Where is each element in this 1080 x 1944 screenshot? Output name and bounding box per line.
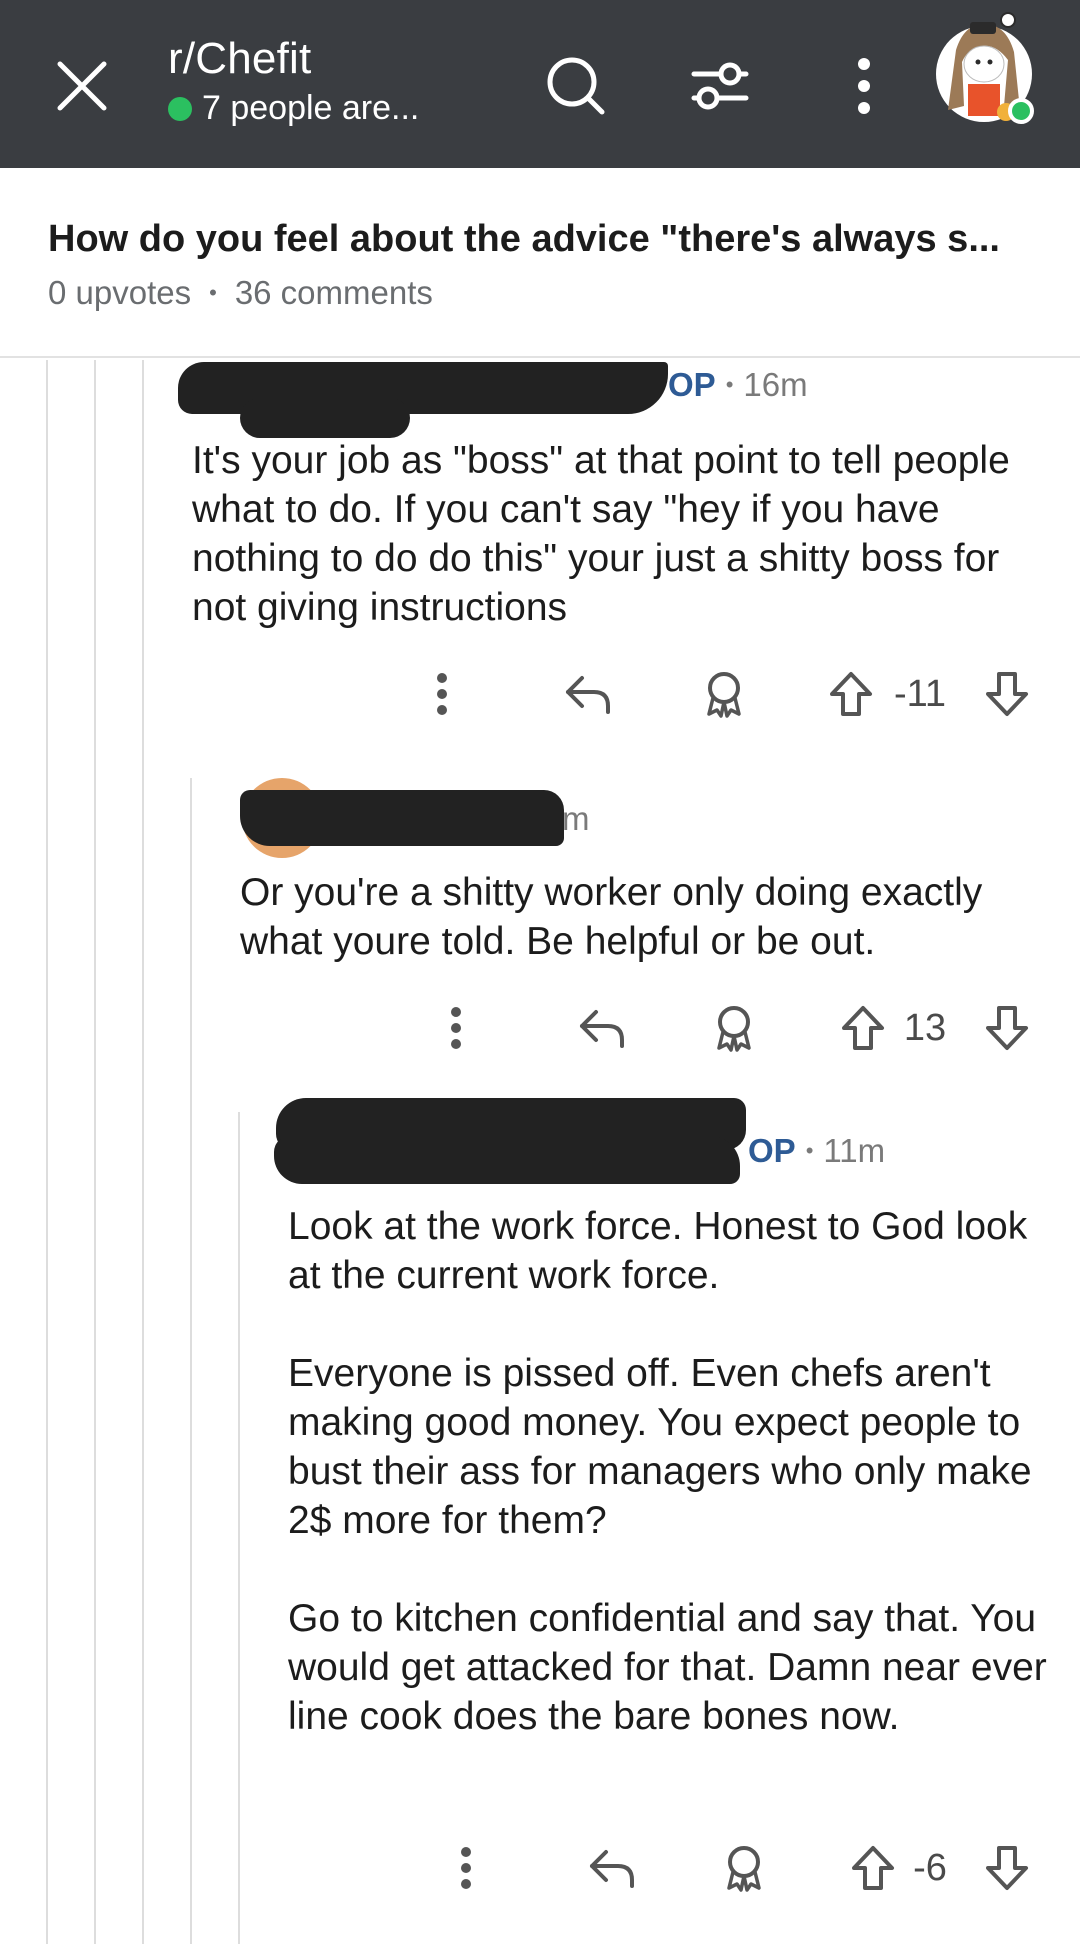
comment-actions: -6 — [440, 1838, 1040, 1898]
comment-paragraph: Everyone is pissed off. Even chefs aren'… — [288, 1352, 1032, 1542]
vote-score: 13 — [903, 1006, 947, 1049]
upvote-icon[interactable] — [838, 998, 888, 1058]
comment-count: 36 comments — [234, 274, 433, 311]
op-badge: OP — [668, 366, 716, 403]
award-icon[interactable] — [696, 664, 752, 724]
vote-score: -6 — [913, 1846, 947, 1889]
meta-separator: • — [209, 280, 217, 305]
redacted-username — [240, 790, 564, 846]
downvote-icon[interactable] — [982, 1838, 1032, 1898]
comment-body: Or you're a shitty worker only doing exa… — [240, 868, 1040, 966]
more-vertical-icon[interactable] — [446, 1838, 486, 1898]
comment-paragraph: Or you're a shitty worker only doing exa… — [240, 871, 983, 963]
online-presence: 7 people are... — [168, 89, 419, 128]
op-badge: OP — [748, 1132, 796, 1169]
upvote-count: 0 upvotes — [48, 274, 192, 311]
redacted-username — [240, 398, 410, 438]
award-icon[interactable] — [706, 998, 762, 1058]
post-header: How do you feel about the advice "there'… — [0, 168, 1080, 358]
top-app-bar: r/Chefit 7 people are... — [0, 0, 1080, 168]
more-vertical-icon[interactable] — [436, 998, 476, 1058]
comment-paragraph: It's your job as "boss" at that point to… — [192, 439, 1010, 629]
meta-separator: • — [725, 372, 734, 397]
reply-icon[interactable] — [574, 998, 630, 1058]
comment-actions: 13 — [414, 998, 1040, 1058]
post-title[interactable]: How do you feel about the advice "there'… — [48, 218, 1048, 261]
thread-line — [190, 778, 192, 1944]
upvote-icon[interactable] — [848, 1838, 898, 1898]
redacted-username — [274, 1136, 740, 1184]
online-status-icon — [1008, 98, 1034, 124]
filter-icon[interactable] — [684, 50, 756, 122]
downvote-icon[interactable] — [982, 664, 1032, 724]
subreddit-name[interactable]: r/Chefit — [168, 34, 311, 84]
more-vertical-icon[interactable] — [422, 664, 462, 724]
upvote-icon[interactable] — [826, 664, 876, 724]
thread-line — [94, 360, 96, 1944]
award-icon[interactable] — [716, 1838, 772, 1898]
comment-actions: -11 — [400, 664, 1040, 724]
thread-line — [46, 360, 48, 1944]
meta-separator: • — [805, 1138, 814, 1163]
comment-time: m — [562, 800, 590, 837]
post-meta: 0 upvotes • 36 comments — [48, 274, 433, 312]
thread-line — [238, 1112, 240, 1944]
thread-line — [142, 360, 144, 1944]
comment-time: 11m — [823, 1132, 886, 1169]
downvote-icon[interactable] — [982, 998, 1032, 1058]
more-vertical-icon[interactable] — [828, 50, 900, 122]
comment-body: Look at the work force. Honest to God lo… — [288, 1202, 1048, 1741]
reply-icon[interactable] — [584, 1838, 640, 1898]
comment-header: OP • 11m — [748, 1132, 885, 1170]
close-icon[interactable] — [52, 56, 112, 116]
vote-score: -11 — [893, 672, 947, 715]
reply-icon[interactable] — [560, 664, 616, 724]
presence-text: 7 people are... — [202, 89, 420, 127]
comment-time: 16m — [743, 366, 808, 403]
comment-body: It's your job as "boss" at that point to… — [192, 436, 1042, 632]
comment-paragraph: Look at the work force. Honest to God lo… — [288, 1205, 1028, 1297]
comment-paragraph: Go to kitchen confidential and say that.… — [288, 1597, 1047, 1738]
comment-header: m — [562, 800, 590, 838]
comment-header: OP • 16m — [668, 366, 808, 404]
search-icon[interactable] — [540, 50, 612, 122]
online-dot-icon — [168, 96, 192, 121]
user-avatar[interactable] — [934, 10, 1034, 128]
